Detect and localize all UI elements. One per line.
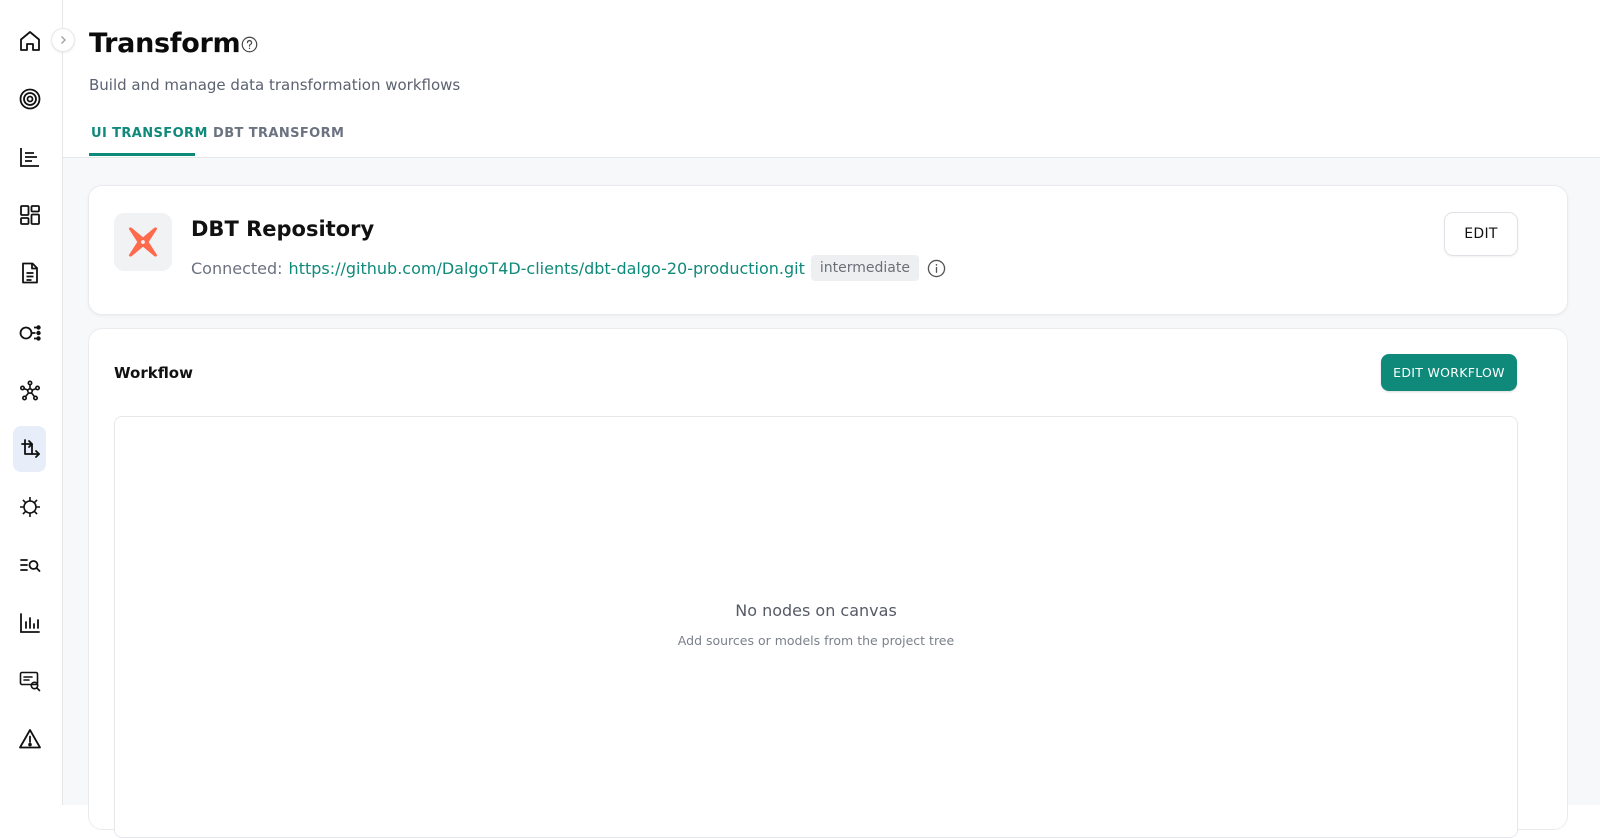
nav-document[interactable] bbox=[13, 250, 46, 296]
content-area: DBT Repository Connected: https://github… bbox=[63, 158, 1600, 838]
bar-chart-icon bbox=[19, 613, 40, 633]
repo-url-link[interactable]: https://github.com/DalgoT4D-clients/dbt-… bbox=[289, 259, 805, 278]
main-area: Transform Build and manage data transfor… bbox=[63, 0, 1600, 838]
nav-home[interactable] bbox=[13, 18, 46, 64]
pipeline-icon bbox=[19, 325, 41, 341]
nav-transform[interactable] bbox=[13, 426, 46, 472]
branch-badge: intermediate bbox=[810, 255, 919, 281]
nav-virus[interactable] bbox=[13, 484, 46, 530]
sidebar bbox=[0, 0, 63, 805]
dbt-logo bbox=[114, 213, 172, 271]
workflow-canvas[interactable]: No nodes on canvas Add sources or models… bbox=[114, 416, 1518, 838]
document-icon bbox=[21, 262, 38, 284]
edit-workflow-button[interactable]: EDIT WORKFLOW bbox=[1381, 354, 1517, 391]
sidebar-collapse-button[interactable] bbox=[51, 28, 75, 52]
nav-bar-chart[interactable] bbox=[13, 600, 46, 646]
info-icon[interactable] bbox=[927, 259, 946, 278]
canvas-empty-subtitle: Add sources or models from the project t… bbox=[677, 633, 955, 648]
active-tab-indicator bbox=[89, 153, 195, 156]
search-list-icon bbox=[19, 559, 40, 572]
tab-ui-transform[interactable]: UI TRANSFORM bbox=[91, 126, 208, 141]
page-header: Transform Build and manage data transfor… bbox=[63, 0, 1600, 158]
chevron-right-icon bbox=[61, 36, 66, 44]
repo-card: DBT Repository Connected: https://github… bbox=[88, 185, 1568, 315]
bar-list-icon bbox=[19, 148, 39, 167]
workflow-card: Workflow EDIT WORKFLOW No nodes on canva… bbox=[88, 328, 1568, 838]
nav-dashboard[interactable] bbox=[13, 192, 46, 238]
virus-icon bbox=[19, 497, 40, 517]
canvas-empty-title: No nodes on canvas bbox=[735, 601, 897, 620]
help-icon[interactable] bbox=[241, 36, 258, 53]
nav-search-list[interactable] bbox=[13, 542, 46, 588]
nav-network[interactable] bbox=[13, 368, 46, 414]
home-icon bbox=[19, 31, 40, 51]
workflow-title: Workflow bbox=[114, 364, 193, 382]
tab-dbt-transform[interactable]: DBT TRANSFORM bbox=[213, 126, 344, 141]
nav-target[interactable] bbox=[13, 76, 46, 122]
nav-warning[interactable] bbox=[13, 716, 46, 762]
monitor-search-icon bbox=[19, 671, 40, 692]
target-icon bbox=[19, 88, 40, 110]
network-icon bbox=[19, 380, 40, 401]
repo-title: DBT Repository bbox=[191, 217, 375, 241]
nav-bar-list[interactable] bbox=[13, 134, 46, 180]
edit-repo-button[interactable]: EDIT bbox=[1444, 212, 1518, 256]
page-title: Transform bbox=[89, 28, 241, 59]
connected-label: Connected: bbox=[191, 258, 283, 278]
repo-connection-line: Connected: https://github.com/DalgoT4D-c… bbox=[191, 253, 946, 283]
transform-icon bbox=[20, 439, 40, 458]
nav-monitor-search[interactable] bbox=[13, 658, 46, 704]
warning-icon bbox=[18, 729, 41, 749]
dashboard-icon bbox=[19, 205, 40, 225]
dbt-logo-icon bbox=[128, 227, 158, 257]
page-subtitle: Build and manage data transformation wor… bbox=[89, 76, 461, 94]
nav-pipeline[interactable] bbox=[13, 310, 46, 356]
